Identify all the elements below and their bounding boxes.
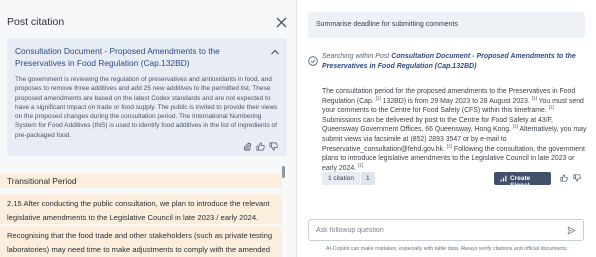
like-button[interactable] — [256, 142, 265, 151]
search-status-text: Searching within Post Consultation Docum… — [322, 52, 582, 72]
panel-header: Post citation — [0, 0, 296, 40]
answer-text: 132BD) is from 29 May 2023 to 28 August … — [380, 97, 532, 105]
close-button[interactable] — [275, 16, 288, 29]
followup-question-input[interactable] — [316, 225, 556, 236]
citations-button[interactable]: 1 citation 1 — [322, 172, 375, 185]
dislike-button[interactable] — [269, 142, 278, 151]
chevron-up-icon — [271, 49, 279, 55]
create-signal-label: Create Signal — [510, 175, 531, 189]
assistant-answer: The consultation period for the proposed… — [322, 87, 587, 173]
send-button[interactable] — [567, 226, 576, 235]
copilot-chat-panel: Summarise deadline for submitting commen… — [297, 0, 596, 257]
document-title[interactable]: Consultation Document - Proposed Amendme… — [15, 46, 255, 69]
attach-button[interactable] — [243, 142, 252, 151]
thumbs-up-icon — [560, 174, 568, 182]
document-summary-card: Consultation Document - Proposed Amendme… — [7, 38, 287, 156]
document-summary: The government is reviewing the regulati… — [15, 76, 278, 139]
citations-count: 1 — [360, 172, 375, 185]
search-prefix: Searching within Post — [322, 53, 390, 60]
followup-question-box — [308, 219, 584, 241]
send-icon — [567, 226, 576, 235]
citation-marker[interactable]: [1] — [358, 162, 363, 168]
paperclip-icon — [243, 142, 252, 151]
panel-title: Post citation — [7, 16, 65, 28]
citations-label: 1 citation — [322, 172, 361, 185]
paragraph-text: Recognising that the food trade and othe… — [7, 231, 273, 254]
thumbs-down-icon — [269, 142, 278, 151]
answer-dislike-button[interactable] — [573, 174, 581, 182]
section-heading-text: Transitional Period — [7, 176, 77, 186]
signal-icon — [500, 175, 507, 182]
user-query-bubble: Summarise deadline for submitting commen… — [308, 12, 585, 38]
highlighted-paragraph: Recognising that the food trade and othe… — [0, 226, 282, 257]
highlighted-paragraph: 2.15 After conducting the public consult… — [0, 194, 282, 224]
paragraph-text: 2.15 After conducting the public consult… — [7, 199, 270, 222]
thumbs-up-icon — [256, 142, 265, 151]
close-icon — [276, 17, 287, 28]
thumbs-down-icon — [573, 174, 581, 182]
section-heading: Transitional Period — [0, 174, 282, 188]
user-query-text: Summarise deadline for submitting commen… — [316, 21, 459, 28]
collapse-button[interactable] — [270, 47, 280, 57]
card-actions — [243, 142, 278, 152]
document-scrollbar[interactable] — [282, 166, 285, 178]
create-signal-button[interactable]: Create Signal — [494, 172, 551, 189]
answer-like-button[interactable] — [560, 174, 568, 182]
citation-marker[interactable]: [1] — [549, 105, 554, 110]
check-circle-icon — [308, 56, 318, 66]
answer-feedback — [560, 174, 581, 182]
disclaimer-text: AI-Copilot can make mistakes, especially… — [326, 246, 568, 252]
post-citation-panel: Post citation Consultation Document - Pr… — [0, 0, 297, 257]
